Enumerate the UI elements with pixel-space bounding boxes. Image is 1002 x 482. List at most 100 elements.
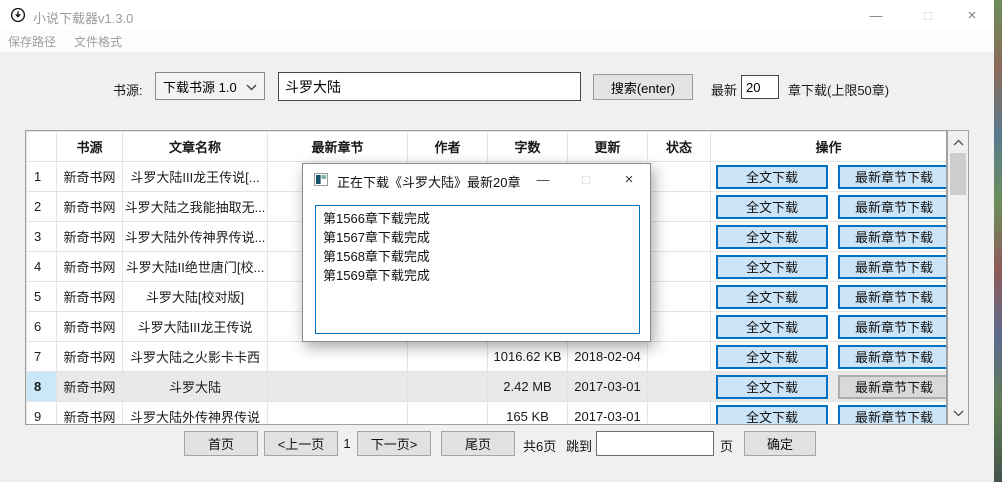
scroll-down-icon[interactable] bbox=[948, 404, 968, 422]
actions-cell: 全文下载最新章节下载 bbox=[711, 252, 947, 282]
status-cell bbox=[648, 282, 711, 312]
latest-chapters-download-button[interactable]: 最新章节下载 bbox=[838, 165, 947, 189]
status-cell bbox=[648, 402, 711, 426]
title-cell: 斗罗大陆II绝世唐门[校... bbox=[123, 252, 268, 282]
title-cell: 斗罗大陆外传神界传说 bbox=[123, 402, 268, 426]
actions-cell: 全文下载最新章节下载 bbox=[711, 222, 947, 252]
full-download-button[interactable]: 全文下载 bbox=[716, 285, 828, 309]
search-button[interactable]: 搜索(enter) bbox=[593, 74, 693, 100]
column-header: 最新章节 bbox=[268, 132, 408, 162]
full-download-button[interactable]: 全文下载 bbox=[716, 405, 828, 426]
dialog-window-icon bbox=[314, 173, 328, 191]
column-header: 状态 bbox=[648, 132, 711, 162]
app-window: 小说下载器v1.3.0 — □ × 保存路径 文件格式 书源: 下载书源 1.0… bbox=[0, 0, 994, 482]
latest-chapters-download-button[interactable]: 最新章节下载 bbox=[838, 285, 947, 309]
dialog-minimize-button[interactable]: — bbox=[528, 164, 558, 194]
status-cell bbox=[648, 252, 711, 282]
source-cell: 新奇书网 bbox=[57, 252, 123, 282]
full-download-button[interactable]: 全文下载 bbox=[716, 195, 828, 219]
dialog-close-button[interactable]: × bbox=[614, 164, 644, 194]
latest-chapters-download-button[interactable]: 最新章节下载 bbox=[838, 195, 947, 219]
actions-cell: 全文下载最新章节下载 bbox=[711, 162, 947, 192]
latest-chapter-cell bbox=[268, 342, 408, 372]
full-download-button[interactable]: 全文下载 bbox=[716, 345, 828, 369]
next-page-button[interactable]: 下一页> bbox=[357, 431, 431, 456]
dialog-title-bar: 正在下载《斗罗大陆》最新20章 — □ × bbox=[303, 164, 650, 194]
last-page-button[interactable]: 尾页 bbox=[441, 431, 515, 456]
confirm-button[interactable]: 确定 bbox=[744, 431, 816, 456]
dialog-maximize-button: □ bbox=[571, 164, 601, 194]
download-log: 第1566章下载完成第1567章下载完成第1568章下载完成第1569章下载完成 bbox=[315, 205, 640, 334]
column-header: 文章名称 bbox=[123, 132, 268, 162]
status-cell bbox=[648, 162, 711, 192]
book-source-value: 下载书源 1.0 bbox=[163, 77, 237, 96]
table-scrollbar[interactable] bbox=[947, 130, 969, 425]
column-header: 字数 bbox=[488, 132, 568, 162]
latest-chapter-cell bbox=[268, 372, 408, 402]
full-download-button[interactable]: 全文下载 bbox=[716, 255, 828, 279]
table-row[interactable]: 9新奇书网斗罗大陆外传神界传说165 KB2017-03-01全文下载最新章节下… bbox=[27, 402, 947, 426]
book-source-select[interactable]: 下载书源 1.0 bbox=[155, 72, 265, 100]
full-download-button[interactable]: 全文下载 bbox=[716, 165, 828, 189]
maximize-button: □ bbox=[912, 0, 944, 30]
row-number: 5 bbox=[27, 282, 57, 312]
full-download-button[interactable]: 全文下载 bbox=[716, 315, 828, 339]
source-label: 书源: bbox=[113, 80, 143, 99]
menu-bar: 保存路径 文件格式 bbox=[0, 30, 994, 52]
search-input[interactable] bbox=[278, 72, 581, 101]
status-cell bbox=[648, 372, 711, 402]
full-download-button[interactable]: 全文下载 bbox=[716, 225, 828, 249]
source-cell: 新奇书网 bbox=[57, 312, 123, 342]
current-page: 1 bbox=[340, 436, 354, 451]
column-header: 更新 bbox=[568, 132, 648, 162]
window-title: 小说下载器v1.3.0 bbox=[33, 8, 133, 27]
actions-cell: 全文下载最新章节下载 bbox=[711, 402, 947, 426]
latest-chapters-input[interactable] bbox=[741, 75, 779, 99]
author-cell bbox=[408, 402, 488, 426]
log-line: 第1568章下载完成 bbox=[323, 247, 632, 266]
minimize-button[interactable]: — bbox=[860, 0, 892, 30]
full-download-button[interactable]: 全文下载 bbox=[716, 375, 828, 399]
actions-cell: 全文下载最新章节下载 bbox=[711, 192, 947, 222]
row-number: 8 bbox=[27, 372, 57, 402]
scroll-up-icon[interactable] bbox=[948, 133, 968, 151]
column-header bbox=[27, 132, 57, 162]
total-pages-label: 共6页 bbox=[523, 436, 556, 455]
status-cell bbox=[648, 312, 711, 342]
source-cell: 新奇书网 bbox=[57, 192, 123, 222]
title-cell: 斗罗大陆III龙王传说 bbox=[123, 312, 268, 342]
dialog-title: 正在下载《斗罗大陆》最新20章 bbox=[337, 172, 520, 191]
size-cell: 2.42 MB bbox=[488, 372, 568, 402]
table-row[interactable]: 7新奇书网斗罗大陆之火影卡卡西1016.62 KB2018-02-04全文下载最… bbox=[27, 342, 947, 372]
menu-save-path[interactable]: 保存路径 bbox=[8, 33, 56, 50]
title-cell: 斗罗大陆 bbox=[123, 372, 268, 402]
title-bar: 小说下载器v1.3.0 — □ × bbox=[0, 0, 994, 30]
latest-chapters-download-button[interactable]: 最新章节下载 bbox=[838, 315, 947, 339]
prev-page-button[interactable]: <上一页 bbox=[264, 431, 338, 456]
first-page-button[interactable]: 首页 bbox=[184, 431, 258, 456]
log-line: 第1569章下载完成 bbox=[323, 266, 632, 285]
jump-to-label: 跳到 bbox=[566, 436, 592, 455]
table-row[interactable]: 8新奇书网斗罗大陆2.42 MB2017-03-01全文下载最新章节下载 bbox=[27, 372, 947, 402]
jump-page-input[interactable] bbox=[596, 431, 714, 456]
source-cell: 新奇书网 bbox=[57, 342, 123, 372]
column-header: 书源 bbox=[57, 132, 123, 162]
menu-file-format[interactable]: 文件格式 bbox=[74, 33, 122, 50]
row-number: 7 bbox=[27, 342, 57, 372]
latest-label: 最新 bbox=[711, 80, 737, 99]
close-button[interactable]: × bbox=[956, 0, 988, 30]
actions-cell: 全文下载最新章节下载 bbox=[711, 312, 947, 342]
latest-chapters-download-button[interactable]: 最新章节下载 bbox=[838, 255, 947, 279]
latest-chapters-download-button: 最新章节下载 bbox=[838, 375, 947, 399]
latest-chapter-cell bbox=[268, 402, 408, 426]
title-cell: 斗罗大陆之我能抽取无... bbox=[123, 192, 268, 222]
latest-chapters-download-button[interactable]: 最新章节下载 bbox=[838, 405, 947, 426]
latest-chapters-download-button[interactable]: 最新章节下载 bbox=[838, 225, 947, 249]
updated-cell: 2017-03-01 bbox=[568, 372, 648, 402]
scrollbar-thumb[interactable] bbox=[950, 153, 966, 195]
row-number: 4 bbox=[27, 252, 57, 282]
chevron-down-icon bbox=[246, 79, 257, 94]
latest-chapters-download-button[interactable]: 最新章节下载 bbox=[838, 345, 947, 369]
title-cell: 斗罗大陆之火影卡卡西 bbox=[123, 342, 268, 372]
row-number: 1 bbox=[27, 162, 57, 192]
